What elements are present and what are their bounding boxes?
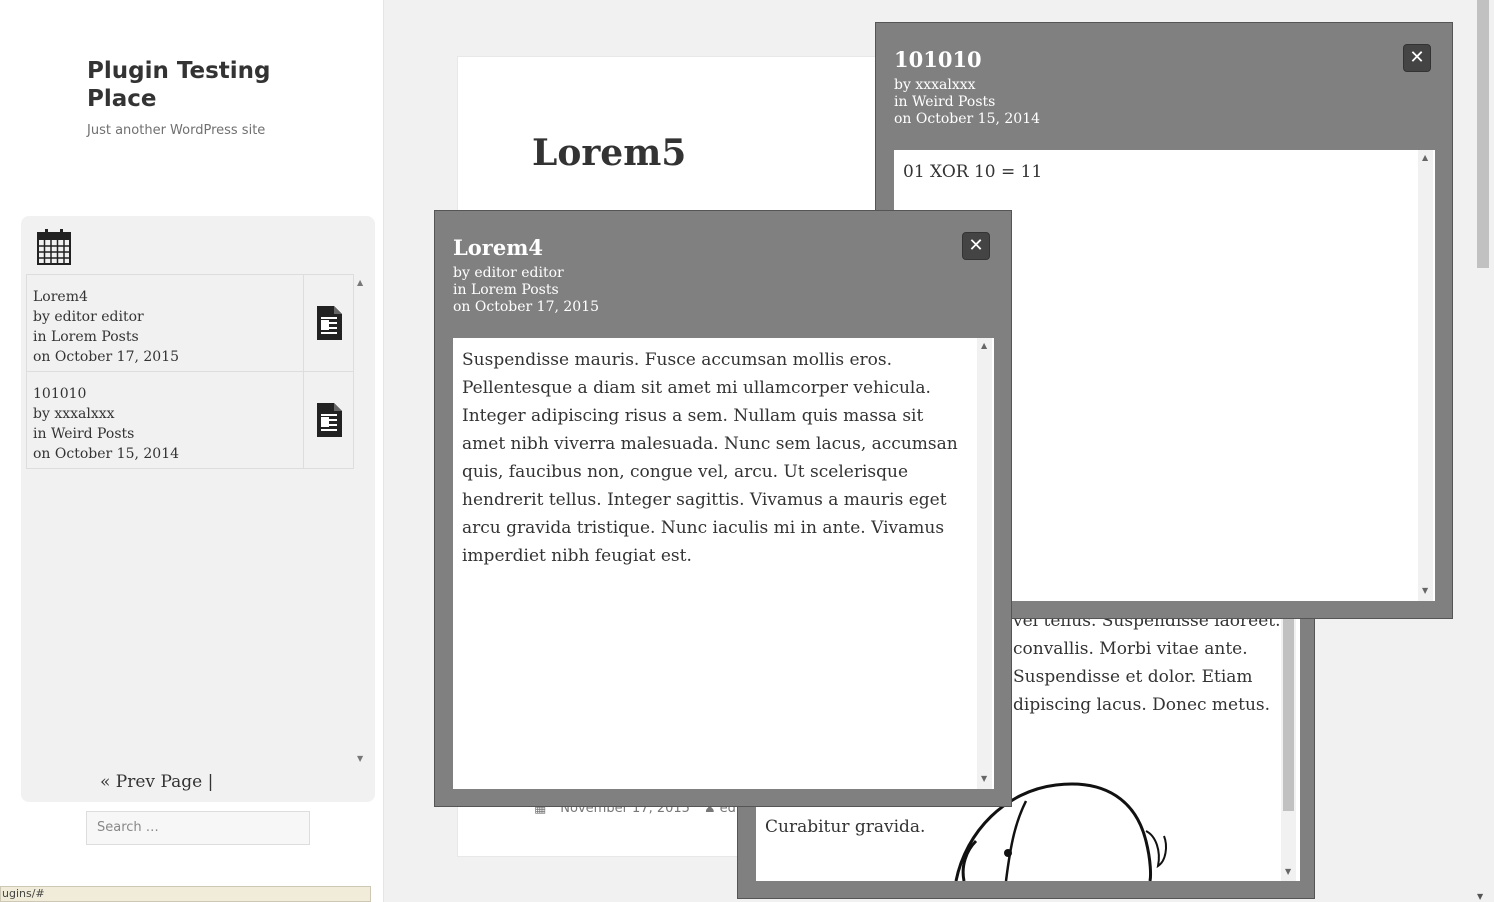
widget-scroll-up-arrow[interactable]: ▲: [357, 278, 363, 287]
modal-author[interactable]: by editor editor: [453, 265, 599, 282]
modal-meta: by xxxalxxx in Weird Posts on October 15…: [894, 77, 1040, 128]
widget-scroll-down-arrow[interactable]: ▼: [357, 754, 363, 763]
modal-author[interactable]: by xxxalxxx: [894, 77, 1040, 94]
page-scroll-thumb[interactable]: [1477, 0, 1489, 268]
modal-lorem4: Lorem4 by editor editor in Lorem Posts o…: [434, 210, 1012, 807]
modal-back-scrollbar[interactable]: ▼: [1281, 601, 1296, 881]
scroll-down-arrow[interactable]: ▼: [1422, 586, 1428, 595]
close-button[interactable]: ✕: [1403, 44, 1431, 72]
modal-date: on October 15, 2014: [894, 111, 1041, 127]
site-title[interactable]: Plugin Testing Place: [87, 57, 307, 113]
list-item-text[interactable]: 101010 by xxxalxxx in Weird Posts on Oct…: [27, 372, 304, 468]
body-line: Suspendisse et dolor. Etiam: [1013, 667, 1253, 687]
post-date: on October 15, 2014: [33, 446, 180, 462]
status-bar-url: ugins/#: [0, 886, 371, 902]
post-list: Lorem4 by editor editor in Lorem Posts o…: [26, 274, 354, 469]
close-button[interactable]: ✕: [962, 232, 990, 260]
post-author: by editor editor: [33, 309, 144, 325]
calendar-icon[interactable]: [37, 229, 71, 265]
document-icon[interactable]: [304, 275, 353, 371]
scroll-down-arrow[interactable]: ▼: [981, 774, 987, 783]
post-author: by xxxalxxx: [33, 406, 115, 422]
post-category: in Lorem Posts: [33, 329, 139, 345]
post-category: in Weird Posts: [33, 426, 135, 442]
body-text: Curabitur gravida.: [765, 817, 926, 837]
modal-body-text: Suspendisse mauris. Fusce accumsan molli…: [462, 350, 958, 566]
sidebar: Plugin Testing Place Just another WordPr…: [0, 0, 384, 902]
modal-body: Suspendisse mauris. Fusce accumsan molli…: [453, 338, 994, 789]
document-icon[interactable]: [304, 372, 353, 468]
list-item[interactable]: Lorem4 by editor editor in Lorem Posts o…: [26, 274, 354, 372]
modal-title: Lorem4: [453, 235, 544, 260]
list-item-text[interactable]: Lorem4 by editor editor in Lorem Posts o…: [27, 275, 304, 371]
modal-scrollbar[interactable]: ▲ ▼: [1418, 150, 1433, 601]
list-item[interactable]: 101010 by xxxalxxx in Weird Posts on Oct…: [26, 372, 354, 469]
modal-date: on October 17, 2015: [453, 299, 600, 315]
scroll-up-arrow[interactable]: ▲: [981, 341, 987, 350]
modal-title: 101010: [894, 47, 982, 72]
page-scroll-down-arrow[interactable]: ▼: [1477, 892, 1483, 901]
search-input[interactable]: Search …: [86, 811, 310, 845]
body-line: dipiscing lacus. Donec metus.: [1013, 695, 1271, 715]
modal-meta: by editor editor in Lorem Posts on Octob…: [453, 265, 599, 316]
post-title: Lorem4: [33, 289, 88, 305]
prev-page-link[interactable]: « Prev Page |: [100, 772, 213, 792]
modal-body-text: 01 XOR 10 = 11: [903, 162, 1043, 182]
scroll-thumb[interactable]: [1283, 601, 1294, 811]
post-date: on October 17, 2015: [33, 349, 180, 365]
article-title: Lorem5: [532, 132, 687, 174]
scroll-up-arrow[interactable]: ▲: [1422, 153, 1428, 162]
scroll-down-arrow[interactable]: ▼: [1285, 867, 1291, 876]
modal-category[interactable]: in Lorem Posts: [453, 282, 599, 299]
post-title: 101010: [33, 386, 87, 402]
body-line: convallis. Morbi vitae ante.: [1013, 639, 1248, 659]
posts-widget: Lorem4 by editor editor in Lorem Posts o…: [21, 216, 375, 802]
site-description: Just another WordPress site: [87, 123, 266, 138]
modal-scrollbar[interactable]: ▲ ▼: [977, 338, 992, 789]
modal-category[interactable]: in Weird Posts: [894, 94, 1040, 111]
